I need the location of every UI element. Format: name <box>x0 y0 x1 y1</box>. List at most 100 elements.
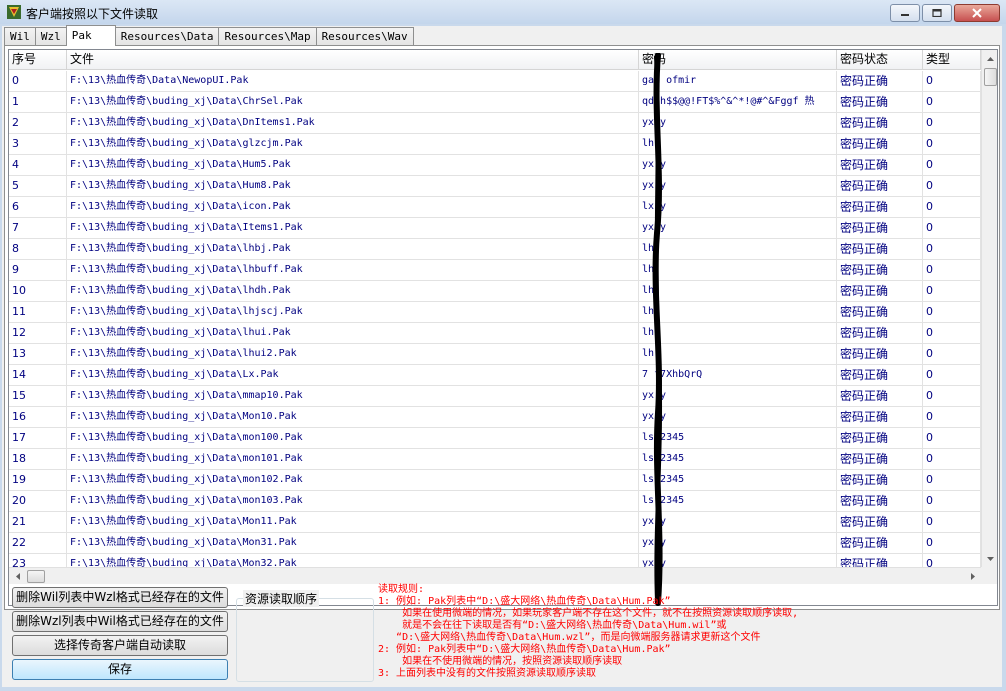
scroll-up-arrow-icon[interactable] <box>982 50 997 67</box>
row-file-cell[interactable]: F:\13\热血传奇\buding_xj\Data\mon103.Pak <box>67 491 639 511</box>
row-password-cell[interactable]: lh <box>639 302 837 322</box>
row-password-cell[interactable]: lh <box>639 323 837 343</box>
auto-read-client-button[interactable]: 选择传奇客户端自动读取 <box>12 635 228 656</box>
row-status-cell[interactable]: 密码正确 <box>837 449 923 469</box>
row-file-cell[interactable]: F:\13\热血传奇\buding_xj\Data\mmap10.Pak <box>67 386 639 406</box>
row-index-cell[interactable]: 10 <box>9 281 67 301</box>
table-row[interactable]: 1 F:\13\热血传奇\buding_xj\Data\ChrSel.Pak qd… <box>9 92 981 113</box>
row-type-cell[interactable]: 0 <box>923 323 981 343</box>
row-file-cell[interactable]: F:\13\热血传奇\buding_xj\Data\lhui.Pak <box>67 323 639 343</box>
row-index-cell[interactable]: 20 <box>9 491 67 511</box>
row-index-cell[interactable]: 21 <box>9 512 67 532</box>
row-index-cell[interactable]: 7 <box>9 218 67 238</box>
table-row[interactable]: 18 F:\13\热血传奇\buding_xj\Data\mon101.Pak ls… <box>9 449 981 470</box>
table-row[interactable]: 2 F:\13\热血传奇\buding_xj\Data\DnItems1.Pak y… <box>9 113 981 134</box>
row-type-cell[interactable]: 0 <box>923 449 981 469</box>
row-index-cell[interactable]: 5 <box>9 176 67 196</box>
row-status-cell[interactable]: 密码正确 <box>837 71 923 91</box>
row-password-cell[interactable]: yx y <box>639 155 837 175</box>
row-index-cell[interactable]: 13 <box>9 344 67 364</box>
table-row[interactable]: 17 F:\13\热血传奇\buding_xj\Data\mon100.Pak ls… <box>9 428 981 449</box>
row-type-cell[interactable]: 0 <box>923 428 981 448</box>
row-status-cell[interactable]: 密码正确 <box>837 239 923 259</box>
row-status-cell[interactable]: 密码正确 <box>837 302 923 322</box>
row-type-cell[interactable]: 0 <box>923 554 981 568</box>
delete-wzl-duplicates-button[interactable]: 删除Wzl列表中Wil格式已经存在的文件 <box>12 611 228 632</box>
row-file-cell[interactable]: F:\13\热血传奇\buding_xj\Data\lhui2.Pak <box>67 344 639 364</box>
save-button[interactable]: 保存 <box>12 659 228 680</box>
row-password-cell[interactable]: yx y <box>639 113 837 133</box>
row-password-cell[interactable]: lh <box>639 239 837 259</box>
row-type-cell[interactable]: 0 <box>923 218 981 238</box>
vertical-scrollbar[interactable] <box>981 50 997 567</box>
table-row[interactable]: 6 F:\13\热血传奇\buding_xj\Data\icon.Pak lx y密… <box>9 197 981 218</box>
row-status-cell[interactable]: 密码正确 <box>837 113 923 133</box>
row-status-cell[interactable]: 密码正确 <box>837 386 923 406</box>
row-index-cell[interactable]: 4 <box>9 155 67 175</box>
row-password-cell[interactable]: lh <box>639 344 837 364</box>
row-type-cell[interactable]: 0 <box>923 470 981 490</box>
row-status-cell[interactable]: 密码正确 <box>837 197 923 217</box>
column-header-file[interactable]: 文件 <box>67 50 639 70</box>
table-row[interactable]: 10 F:\13\热血传奇\buding_xj\Data\lhdh.Pak lh 密码… <box>9 281 981 302</box>
tab-resources-wav[interactable]: Resources\Wav <box>315 27 414 46</box>
table-row[interactable]: 3 F:\13\热血传奇\buding_xj\Data\glzcjm.Pak lh 密… <box>9 134 981 155</box>
table-row[interactable]: 7 F:\13\热血传奇\buding_xj\Data\Items1.Pak yx … <box>9 218 981 239</box>
row-index-cell[interactable]: 22 <box>9 533 67 553</box>
row-password-cell[interactable]: yx y <box>639 176 837 196</box>
row-type-cell[interactable]: 0 <box>923 512 981 532</box>
row-status-cell[interactable]: 密码正确 <box>837 176 923 196</box>
tab-wil[interactable]: Wil <box>4 27 36 46</box>
row-file-cell[interactable]: F:\13\热血传奇\buding_xj\Data\Mon31.Pak <box>67 533 639 553</box>
row-status-cell[interactable]: 密码正确 <box>837 512 923 532</box>
row-file-cell[interactable]: F:\13\热血传奇\buding_xj\Data\mon100.Pak <box>67 428 639 448</box>
row-index-cell[interactable]: 0 <box>9 71 67 91</box>
table-row[interactable]: 0 F:\13\热血传奇\Data\NewopUI.Pak gam ofmir 密码正… <box>9 71 981 92</box>
delete-wil-duplicates-button[interactable]: 删除Wil列表中Wzl格式已经存在的文件 <box>12 587 228 608</box>
scroll-down-arrow-icon[interactable] <box>982 550 997 567</box>
row-file-cell[interactable]: F:\13\热血传奇\buding_xj\Data\lhbj.Pak <box>67 239 639 259</box>
row-status-cell[interactable]: 密码正确 <box>837 92 923 112</box>
row-file-cell[interactable]: F:\13\热血传奇\buding_xj\Data\lhdh.Pak <box>67 281 639 301</box>
resource-order-group[interactable]: 资源读取顺序 <box>236 590 374 682</box>
row-index-cell[interactable]: 9 <box>9 260 67 280</box>
row-password-cell[interactable]: lh <box>639 281 837 301</box>
row-index-cell[interactable]: 6 <box>9 197 67 217</box>
scroll-right-arrow-icon[interactable] <box>964 568 981 585</box>
table-row[interactable]: 5 F:\13\热血传奇\buding_xj\Data\Hum8.Pak yx y密… <box>9 176 981 197</box>
row-file-cell[interactable]: F:\13\热血传奇\buding_xj\Data\Hum8.Pak <box>67 176 639 196</box>
row-type-cell[interactable]: 0 <box>923 533 981 553</box>
row-file-cell[interactable]: F:\13\热血传奇\buding_xj\Data\Mon11.Pak <box>67 512 639 532</box>
row-index-cell[interactable]: 3 <box>9 134 67 154</box>
row-type-cell[interactable]: 0 <box>923 197 981 217</box>
row-status-cell[interactable]: 密码正确 <box>837 281 923 301</box>
close-button[interactable] <box>954 4 1000 22</box>
scroll-left-arrow-icon[interactable] <box>9 568 26 585</box>
row-type-cell[interactable]: 0 <box>923 302 981 322</box>
row-status-cell[interactable]: 密码正确 <box>837 554 923 568</box>
row-password-cell[interactable]: yx y <box>639 554 837 568</box>
row-type-cell[interactable]: 0 <box>923 344 981 364</box>
row-type-cell[interactable]: 0 <box>923 407 981 427</box>
column-header-type[interactable]: 类型 <box>923 50 981 70</box>
table-row[interactable]: 16 F:\13\热血传奇\buding_xj\Data\Mon10.Pak yx … <box>9 407 981 428</box>
row-password-cell[interactable]: ls 2345 <box>639 491 837 511</box>
row-status-cell[interactable]: 密码正确 <box>837 155 923 175</box>
row-type-cell[interactable]: 0 <box>923 281 981 301</box>
row-password-cell[interactable]: yx y <box>639 407 837 427</box>
table-row[interactable]: 4 F:\13\热血传奇\buding_xj\Data\Hum5.Pak yx y密… <box>9 155 981 176</box>
tab-pak[interactable]: Pak <box>65 25 116 46</box>
table-row[interactable]: 13 F:\13\热血传奇\buding_xj\Data\lhui2.Pak lh 密… <box>9 344 981 365</box>
row-index-cell[interactable]: 2 <box>9 113 67 133</box>
row-password-cell[interactable]: lh <box>639 260 837 280</box>
tab-resources-data[interactable]: Resources\Data <box>114 27 220 46</box>
table-row[interactable]: 9 F:\13\热血传奇\buding_xj\Data\lhbuff.Pak lh 密… <box>9 260 981 281</box>
row-password-cell[interactable]: ls 2345 <box>639 470 837 490</box>
row-file-cell[interactable]: F:\13\热血传奇\buding_xj\Data\Mon10.Pak <box>67 407 639 427</box>
horizontal-scrollbar[interactable] <box>9 567 981 584</box>
row-index-cell[interactable]: 19 <box>9 470 67 490</box>
row-status-cell[interactable]: 密码正确 <box>837 134 923 154</box>
column-header-password[interactable]: 密码 <box>639 50 837 70</box>
row-status-cell[interactable]: 密码正确 <box>837 344 923 364</box>
row-index-cell[interactable]: 14 <box>9 365 67 385</box>
